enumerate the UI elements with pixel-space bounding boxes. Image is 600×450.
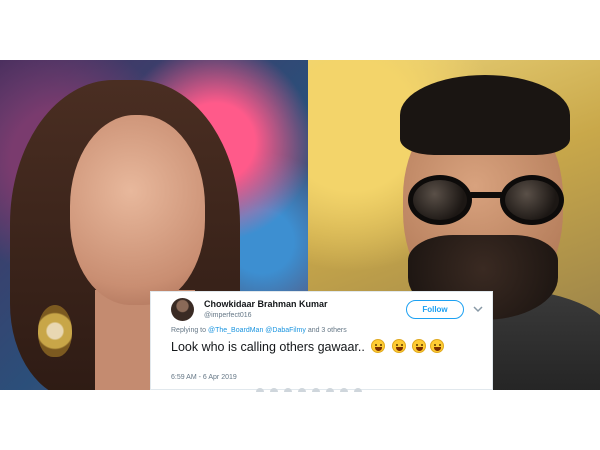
follow-button[interactable]: Follow xyxy=(406,300,464,319)
liker-avatar[interactable] xyxy=(354,388,362,392)
display-name[interactable]: Chowkidaar Brahman Kumar xyxy=(204,299,328,309)
lens-right xyxy=(500,175,564,225)
chevron-down-icon[interactable] xyxy=(473,304,483,314)
tweet-text: Look who is calling others gawaar.. xyxy=(171,339,486,355)
liker-avatar[interactable] xyxy=(326,388,334,392)
liker-avatar[interactable] xyxy=(284,388,292,392)
tweet-card: Chowkidaar Brahman Kumar @imperfect016 F… xyxy=(150,291,493,392)
laughing-emoji-icon xyxy=(429,339,444,353)
glasses-bridge xyxy=(468,192,504,198)
laughing-emoji-icon xyxy=(391,339,406,353)
liker-avatar[interactable] xyxy=(256,388,264,392)
mention-link-2[interactable]: @DabaFilmy xyxy=(265,327,306,334)
liker-avatars-row xyxy=(256,388,396,392)
sunglasses xyxy=(408,170,568,225)
user-handle[interactable]: @imperfect016 xyxy=(204,312,252,319)
liker-avatar[interactable] xyxy=(298,388,306,392)
lens-left xyxy=(408,175,472,225)
laughing-emoji-icon xyxy=(412,339,427,353)
liker-avatar[interactable] xyxy=(312,388,320,392)
mention-link-1[interactable]: @The_BoardMan xyxy=(208,327,263,334)
man-hair xyxy=(400,75,570,155)
timestamp[interactable]: 6:59 AM - 6 Apr 2019 xyxy=(171,374,237,381)
liker-avatar[interactable] xyxy=(270,388,278,392)
liker-avatar[interactable] xyxy=(340,388,348,392)
replying-prefix: Replying to xyxy=(171,327,207,334)
laughing-emoji-icon xyxy=(371,339,386,353)
replying-to: Replying to @The_BoardMan @DabaFilmy and… xyxy=(171,327,347,334)
replying-suffix[interactable]: and 3 others xyxy=(308,327,347,334)
woman-face xyxy=(70,115,205,305)
avatar[interactable] xyxy=(171,298,194,321)
earring xyxy=(38,305,72,357)
tweet-body: Look who is calling others gawaar.. xyxy=(171,340,365,354)
